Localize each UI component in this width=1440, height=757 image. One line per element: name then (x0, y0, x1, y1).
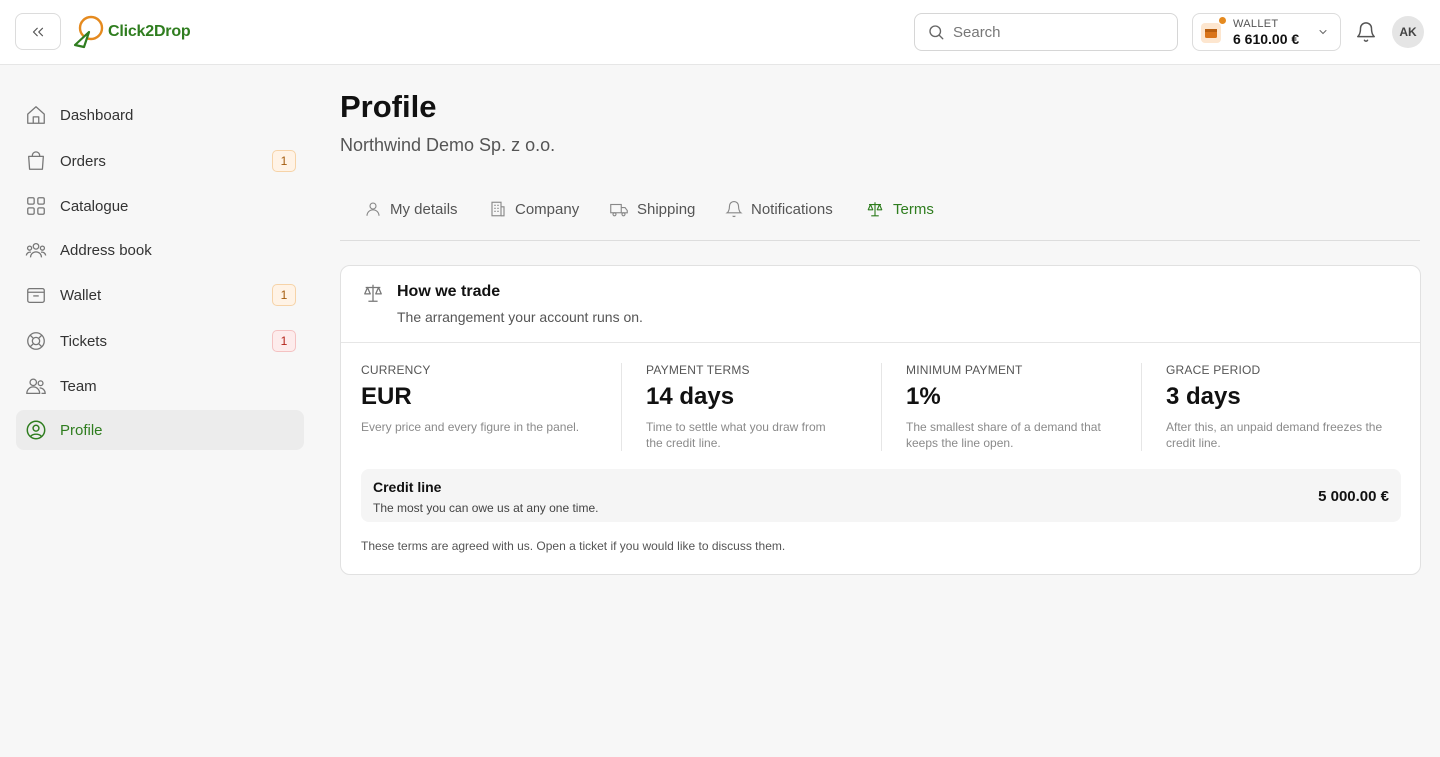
stat-help: After this, an unpaid demand freezes the… (1166, 419, 1406, 451)
page-title: Profile (340, 89, 437, 124)
stat-label: CURRENCY (361, 363, 431, 377)
wallet-amount: 6 610.00 € (1233, 31, 1300, 47)
stat-help-line: Time to settle what you draw from (646, 420, 826, 434)
stat-value: 3 days (1166, 383, 1241, 410)
card-title: How we trade (397, 283, 501, 300)
stat-grace-period: GRACE PERIOD 3 days After this, an unpai… (1166, 363, 1406, 451)
user-icon (366, 202, 380, 216)
stat-help-line: After this, an unpaid demand freezes the (1166, 420, 1383, 434)
sidebar-item-orders[interactable]: Orders 1 (16, 141, 304, 181)
tab-company[interactable]: Company (489, 200, 579, 218)
team-icon (26, 378, 46, 394)
tab-label: Notifications (751, 200, 833, 218)
collapse-sidebar-button[interactable] (15, 13, 61, 50)
sidebar-item-catalogue[interactable]: Catalogue (16, 186, 304, 226)
sidebar-item-label: Wallet (60, 286, 102, 304)
stat-help-line: keeps the line open. (906, 436, 1014, 450)
wallet-icon (1201, 23, 1221, 43)
credit-line-panel: Credit line The most you can owe us at a… (361, 469, 1401, 522)
credit-line-description: The most you can owe us at any one time. (373, 501, 599, 515)
stat-label: MINIMUM PAYMENT (906, 363, 1023, 377)
notifications-bell-icon[interactable] (1355, 20, 1377, 44)
card-description: The arrangement your account runs on. (397, 309, 643, 325)
terms-card: How we trade The arrangement your accoun… (340, 265, 1421, 575)
wallet-badge-icon (1201, 23, 1221, 43)
chevrons-left-icon (32, 27, 44, 36)
grid-icon (27, 197, 45, 215)
stat-value: 1% (906, 383, 941, 410)
brand-logo[interactable]: Click2Drop (72, 14, 191, 50)
sidebar-item-label: Dashboard (60, 106, 134, 124)
stat-divider (881, 363, 882, 451)
stat-value: EUR (361, 383, 412, 410)
tab-label: My details (390, 200, 458, 218)
stat-payment-terms: PAYMENT TERMS 14 days Time to settle wha… (646, 363, 886, 451)
tab-label: Terms (893, 200, 934, 218)
user-avatar[interactable]: AK (1392, 16, 1424, 48)
wallet-dropdown[interactable]: WALLET 6 610.00 € (1192, 13, 1341, 51)
bell-icon (725, 200, 743, 218)
sidebar-item-tickets[interactable]: Tickets 1 (16, 321, 304, 361)
company-name: Northwind Demo Sp. z o.o. (340, 135, 556, 155)
sidebar-item-label: Team (60, 377, 97, 395)
top-bar: Click2Drop WALLET 6 610.00 € AK (0, 0, 1440, 65)
user-circle-icon (26, 420, 46, 440)
truck-icon (610, 203, 628, 217)
sidebar-item-address-book[interactable]: Address book (16, 230, 304, 270)
stat-help-line: credit line. (1166, 436, 1221, 450)
stat-help-line: the credit line. (646, 436, 721, 450)
credit-line-title: Credit line (373, 479, 442, 495)
building-icon (491, 201, 505, 217)
stat-label: PAYMENT TERMS (646, 363, 750, 377)
wallet-notification-dot (1219, 17, 1226, 24)
search-box[interactable] (914, 13, 1178, 51)
sidebar-item-label: Profile (60, 421, 103, 439)
bag-icon (28, 151, 44, 170)
sidebar-item-dashboard[interactable]: Dashboard (16, 95, 304, 135)
sidebar-item-label: Tickets (60, 332, 107, 350)
sidebar-item-label: Catalogue (60, 197, 129, 215)
tab-shipping[interactable]: Shipping (609, 200, 695, 218)
users-group-icon (25, 242, 47, 258)
home-icon (27, 106, 45, 124)
tab-label: Shipping (637, 200, 696, 218)
sidebar-item-label: Address book (60, 241, 152, 259)
wallet-icon (27, 287, 45, 303)
stat-help: The smallest share of a demand that keeps… (906, 419, 1146, 451)
sidebar-item-wallet[interactable]: Wallet 1 (16, 275, 304, 315)
stat-value: 14 days (646, 383, 735, 410)
wallet-count-badge: 1 (272, 284, 296, 306)
sidebar-item-team[interactable]: Team (16, 366, 304, 406)
scale-icon (364, 284, 382, 302)
chevron-down-icon (1319, 30, 1327, 35)
tab-my-details[interactable]: My details (364, 200, 458, 218)
profile-tabs: My details Company Shipping Notification… (340, 192, 1420, 241)
orders-count-badge: 1 (272, 150, 296, 172)
stat-divider (1141, 363, 1142, 451)
stat-label: GRACE PERIOD (1166, 363, 1261, 377)
stat-minimum-payment: MINIMUM PAYMENT 1% The smallest share of… (906, 363, 1146, 451)
tab-terms[interactable]: Terms (865, 200, 934, 218)
logo-mark-icon (73, 15, 104, 49)
stat-divider (621, 363, 622, 451)
credit-line-amount: 5 000.00 € (1318, 488, 1389, 505)
stat-help-line: The smallest share of a demand that (906, 420, 1101, 434)
lifebuoy-icon (27, 332, 45, 350)
stat-help: Time to settle what you draw from the cre… (646, 419, 886, 451)
search-input[interactable] (953, 23, 1153, 41)
terms-note: These terms are agreed with us. Open a t… (361, 539, 786, 553)
tab-label: Company (515, 200, 580, 218)
sidebar-item-label: Orders (60, 152, 106, 170)
search-icon (929, 25, 944, 40)
stat-currency: CURRENCY EUR Every price and every figur… (361, 363, 611, 435)
terms-card-header: How we trade The arrangement your accoun… (341, 266, 1420, 343)
brand-name: Click2Drop (108, 23, 191, 40)
stat-help: Every price and every figure in the pane… (361, 420, 580, 434)
sidebar-item-profile[interactable]: Profile (16, 410, 304, 450)
scale-icon (867, 202, 883, 217)
tab-notifications[interactable]: Notifications (725, 200, 833, 218)
wallet-label: WALLET (1233, 18, 1279, 30)
tickets-count-badge: 1 (272, 330, 296, 352)
